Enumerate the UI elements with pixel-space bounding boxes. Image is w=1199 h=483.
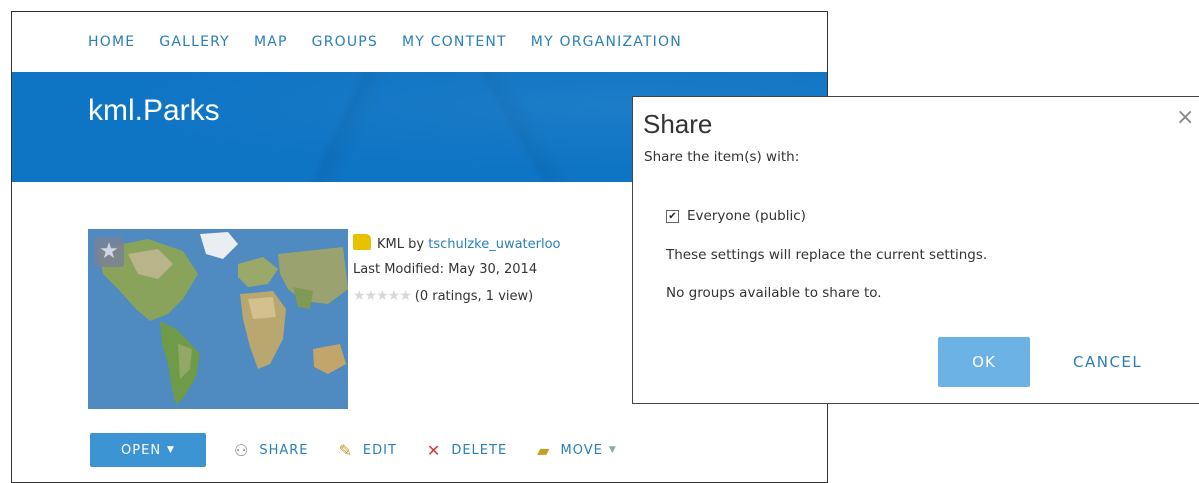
owner-link[interactable]: tschulzke_uwaterloo bbox=[428, 237, 560, 252]
item-actions: OPEN ▼ ⚇ SHARE ✎ EDIT ✕ DELETE ▰ MOVE ▼ bbox=[90, 433, 647, 467]
star-icon[interactable]: ★ bbox=[94, 237, 124, 267]
nav-gallery[interactable]: GALLERY bbox=[159, 34, 230, 50]
open-button[interactable]: OPEN ▼ bbox=[90, 433, 206, 467]
share-with-label: Share the item(s) with: bbox=[644, 149, 800, 165]
everyone-label: Everyone (public) bbox=[687, 208, 806, 224]
edit-button[interactable]: ✎ EDIT bbox=[339, 441, 397, 460]
delete-button[interactable]: ✕ DELETE bbox=[427, 441, 507, 460]
page-title: kml.Parks bbox=[88, 94, 220, 127]
by-text: by bbox=[408, 237, 425, 252]
cancel-button[interactable]: CANCEL bbox=[1073, 337, 1142, 387]
item-meta: KML by tschulzke_uwaterloo Last Modified… bbox=[353, 234, 561, 312]
close-icon[interactable]: × bbox=[1176, 107, 1194, 129]
delete-label: DELETE bbox=[451, 442, 508, 458]
no-groups-text: No groups available to share to. bbox=[666, 285, 882, 301]
share-label: SHARE bbox=[259, 442, 309, 458]
rating-row: ★★★★★ (0 ratings, 1 view) bbox=[353, 286, 561, 312]
move-label: MOVE bbox=[560, 442, 603, 458]
chevron-down-icon: ▼ bbox=[167, 445, 175, 455]
x-icon: ✕ bbox=[426, 440, 442, 460]
ok-button[interactable]: OK bbox=[938, 337, 1030, 387]
nav-map[interactable]: MAP bbox=[254, 34, 288, 50]
chevron-down-icon: ▼ bbox=[608, 445, 617, 455]
last-modified: Last Modified: May 30, 2014 bbox=[353, 262, 538, 277]
replace-notice: These settings will replace the current … bbox=[666, 247, 988, 263]
nav-home[interactable]: HOME bbox=[88, 34, 135, 50]
move-button[interactable]: ▰ MOVE ▼ bbox=[537, 441, 617, 460]
nav-my-content[interactable]: MY CONTENT bbox=[402, 34, 507, 50]
dialog-title: Share bbox=[643, 109, 713, 139]
open-label: OPEN bbox=[121, 442, 162, 458]
everyone-checkbox[interactable]: ✔ bbox=[666, 209, 679, 223]
pencil-icon: ✎ bbox=[338, 440, 353, 460]
share-icon: ⚇ bbox=[234, 440, 250, 460]
edit-label: EDIT bbox=[362, 442, 397, 458]
top-nav: HOME GALLERY MAP GROUPS MY CONTENT MY OR… bbox=[12, 12, 827, 72]
nav-groups[interactable]: GROUPS bbox=[312, 34, 378, 50]
share-dialog: Share × Share the item(s) with: ✔ Everyo… bbox=[632, 96, 1199, 404]
folder-icon: ▰ bbox=[537, 440, 551, 460]
item-type: KML bbox=[377, 237, 404, 252]
kml-icon bbox=[353, 234, 371, 250]
everyone-option[interactable]: ✔ Everyone (public) bbox=[666, 208, 806, 224]
world-map-image bbox=[88, 229, 348, 409]
rating-stars[interactable]: ★★★★★ bbox=[353, 288, 412, 304]
nav-my-organization[interactable]: MY ORGANIZATION bbox=[531, 34, 682, 50]
ratings-text: (0 ratings, 1 view) bbox=[414, 289, 534, 304]
item-type-row: KML by tschulzke_uwaterloo bbox=[353, 234, 561, 260]
item-thumbnail[interactable]: ★ bbox=[88, 229, 348, 409]
share-button[interactable]: ⚇ SHARE bbox=[234, 441, 309, 460]
